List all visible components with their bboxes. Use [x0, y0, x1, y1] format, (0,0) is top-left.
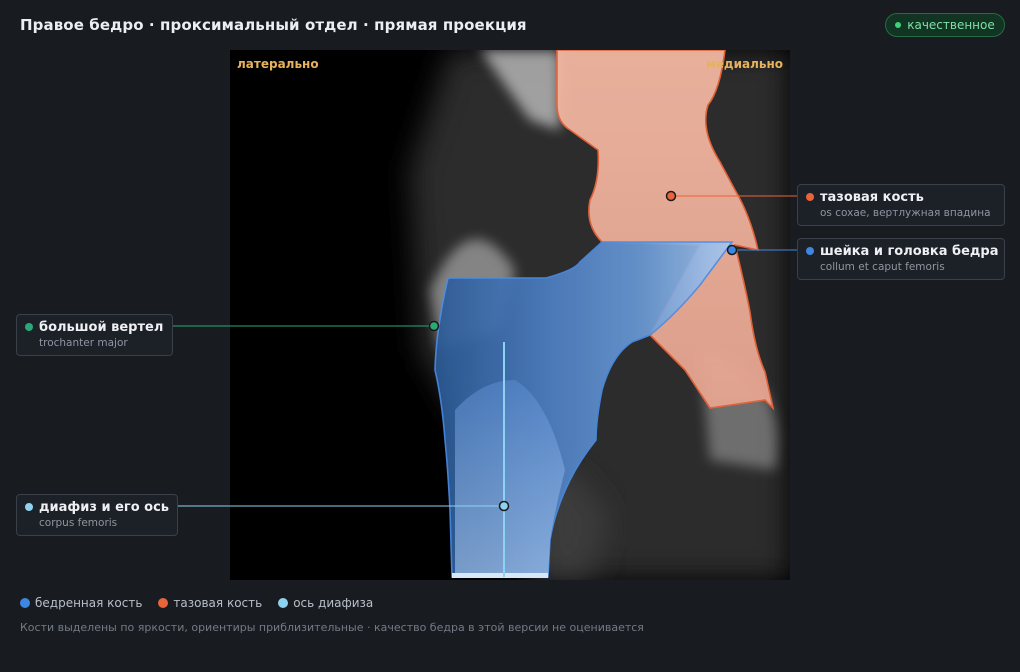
callout-pelvis-subtitle: os coxae, вертлужная впадина	[820, 207, 991, 219]
legend-pelvis-dot-icon	[158, 598, 169, 608]
callout-pelvis-title: тазовая кость	[820, 190, 924, 205]
callout-trochanter[interactable]: большой вертел trochanter major	[16, 314, 173, 356]
quality-badge: качественное	[885, 13, 1005, 37]
trochanter-dot-icon	[25, 323, 33, 331]
callout-pelvis[interactable]: тазовая кость os coxae, вертлужная впади…	[797, 184, 1005, 226]
legend-item-pelvis: тазовая кость	[158, 596, 262, 610]
legend-pelvis-label: тазовая кость	[173, 596, 263, 610]
callout-neck-title: шейка и головка бедра	[820, 244, 999, 259]
callout-trochanter-title: большой вертел	[39, 320, 164, 335]
quality-badge-label: качественное	[907, 18, 995, 32]
callout-trochanter-subtitle: trochanter major	[39, 337, 128, 349]
legend-item-axis: ось диафиза	[278, 596, 373, 610]
legend-femur-dot-icon	[20, 598, 30, 608]
legend-axis-dot-icon	[278, 598, 289, 608]
callout-shaft-subtitle: corpus femoris	[39, 517, 118, 529]
footnote: Кости выделены по яркости, ориентиры при…	[20, 621, 644, 634]
legend-item-femur: бедренная кость	[20, 596, 142, 610]
legend-axis-label: ось диафиза	[293, 596, 374, 610]
xray-image[interactable]: латерально медиально	[230, 50, 790, 580]
status-dot-icon	[895, 22, 902, 28]
label-medial: медиально	[706, 57, 783, 71]
callout-shaft[interactable]: диафиз и его ось corpus femoris	[16, 494, 178, 536]
callout-neck[interactable]: шейка и головка бедра collum et caput fe…	[797, 238, 1005, 280]
legend-femur-label: бедренная кость	[35, 596, 143, 610]
callout-shaft-title: диафиз и его ось	[39, 500, 170, 515]
shaft-bottom-edge	[452, 573, 548, 578]
legend: бедренная кость тазовая кость ось диафиз…	[20, 596, 373, 610]
neck-dot-icon	[806, 247, 814, 255]
label-lateral: латерально	[237, 57, 319, 71]
pelvis-dot-icon	[806, 193, 814, 201]
page-title: Правое бедро · проксимальный отдел · пря…	[20, 16, 527, 34]
shaft-dot-icon	[25, 503, 33, 511]
xray-rendering: латерально медиально	[237, 50, 790, 580]
callout-neck-subtitle: collum et caput femoris	[820, 261, 945, 273]
